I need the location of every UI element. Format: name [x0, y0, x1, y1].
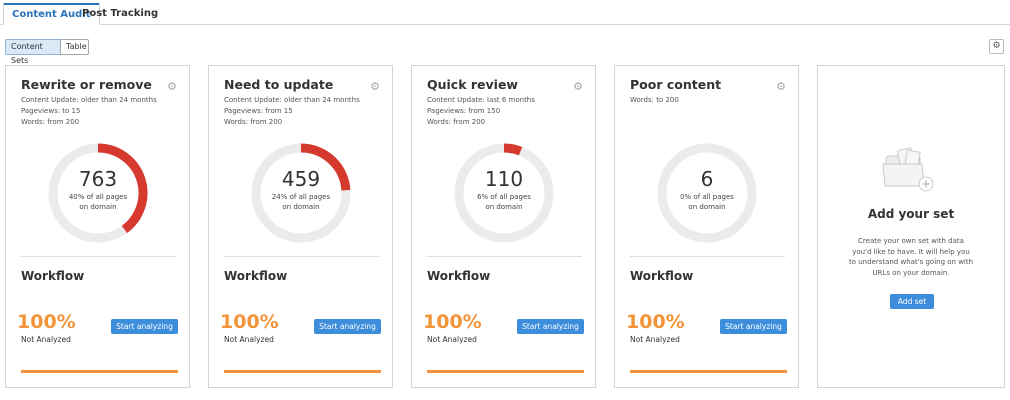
settings-gear-button[interactable]: ⚙ [989, 39, 1004, 54]
workflow-percent: 100% [423, 311, 482, 333]
workflow-progress-bar [630, 370, 787, 373]
share-line: on domain [282, 203, 320, 211]
view-toggle-table[interactable]: Table [60, 39, 89, 55]
share-line: 6% of all pages [477, 193, 531, 201]
top-tab-bar: Content Audit Post Tracking [0, 0, 1010, 25]
gear-icon[interactable]: ⚙ [573, 80, 583, 93]
share-line: 24% of all pages [271, 193, 331, 201]
card-criteria: Words: to 200 [630, 95, 679, 106]
workflow-status: Not Analyzed [630, 335, 680, 344]
card-criteria: Content Update: older than 24 months Pag… [21, 95, 157, 128]
workflow-heading: Workflow [630, 269, 694, 283]
divider [224, 256, 379, 257]
page-count: 110 [484, 167, 524, 191]
share-line: on domain [688, 203, 726, 211]
divider [630, 256, 785, 257]
view-toggle-content-sets[interactable]: Content Sets [5, 39, 61, 65]
gear-icon: ⚙ [992, 41, 1001, 51]
card-criteria: Content Update: older than 24 months Pag… [224, 95, 360, 128]
page-count: 6 [700, 167, 714, 191]
criteria-line: Pageviews: to 15 [21, 107, 81, 115]
workflow-status: Not Analyzed [224, 335, 274, 344]
add-set-description: Create your own set with data you'd like… [848, 237, 974, 277]
workflow-percent: 100% [17, 311, 76, 333]
criteria-line: Content Update: older than 24 months [21, 96, 157, 104]
start-analyzing-button[interactable]: Start analyzing [517, 319, 584, 334]
divider [427, 256, 582, 257]
workflow-percent: 100% [626, 311, 685, 333]
workflow-status: Not Analyzed [21, 335, 71, 344]
workflow-heading: Workflow [224, 269, 288, 283]
gear-icon[interactable]: ⚙ [167, 80, 177, 93]
workflow-heading: Workflow [21, 269, 85, 283]
gear-icon[interactable]: ⚙ [776, 80, 786, 93]
card-title: Rewrite or remove [21, 77, 152, 92]
page-count: 763 [78, 167, 118, 191]
workflow-progress-bar [224, 370, 381, 373]
workflow-status: Not Analyzed [427, 335, 477, 344]
criteria-line: Content Update: older than 24 months [224, 96, 360, 104]
criteria-line: Words: from 200 [224, 118, 283, 126]
workflow-heading: Workflow [427, 269, 491, 283]
card-criteria: Content Update: last 6 months Pageviews:… [427, 95, 535, 128]
workflow-progress-bar [21, 370, 178, 373]
tab-post-tracking[interactable]: Post Tracking [74, 4, 166, 25]
share-line: on domain [79, 203, 117, 211]
page-count: 459 [281, 167, 321, 191]
content-set-card-rewrite-or-remove: Rewrite or remove ⚙ Content Update: olde… [5, 65, 190, 388]
criteria-line: Words: from 200 [427, 118, 486, 126]
folder-add-icon [882, 147, 934, 192]
criteria-line: Pageviews: from 150 [427, 107, 501, 115]
criteria-line: Words: to 200 [630, 96, 679, 104]
card-title: Poor content [630, 77, 722, 92]
share-label: 6% of all pages on domain [464, 192, 544, 212]
start-analyzing-button[interactable]: Start analyzing [314, 319, 381, 334]
start-analyzing-button[interactable]: Start analyzing [720, 319, 787, 334]
share-line: on domain [485, 203, 523, 211]
content-set-card-quick-review: Quick review ⚙ Content Update: last 6 mo… [411, 65, 596, 388]
content-set-card-poor-content: Poor content ⚙ Words: to 200 6 0% of all… [614, 65, 799, 388]
add-set-card: Add your set Create your own set with da… [817, 65, 1005, 388]
share-label: 40% of all pages on domain [58, 192, 138, 212]
donut-share-arc [503, 143, 523, 156]
card-title: Quick review [427, 77, 518, 92]
criteria-line: Content Update: last 6 months [427, 96, 535, 104]
share-label: 0% of all pages on domain [667, 192, 747, 212]
add-set-title: Add your set [867, 207, 955, 221]
gear-icon[interactable]: ⚙ [370, 80, 380, 93]
content-set-card-need-to-update: Need to update ⚙ Content Update: older t… [208, 65, 393, 388]
add-set-button[interactable]: Add set [890, 294, 934, 309]
workflow-percent: 100% [220, 311, 279, 333]
share-line: 0% of all pages [680, 193, 734, 201]
criteria-line: Words: from 200 [21, 118, 80, 126]
share-label: 24% of all pages on domain [261, 192, 341, 212]
divider [21, 256, 176, 257]
criteria-line: Pageviews: from 15 [224, 107, 293, 115]
start-analyzing-button[interactable]: Start analyzing [111, 319, 178, 334]
card-title: Need to update [224, 77, 334, 92]
share-line: 40% of all pages [68, 193, 128, 201]
workflow-progress-bar [427, 370, 584, 373]
